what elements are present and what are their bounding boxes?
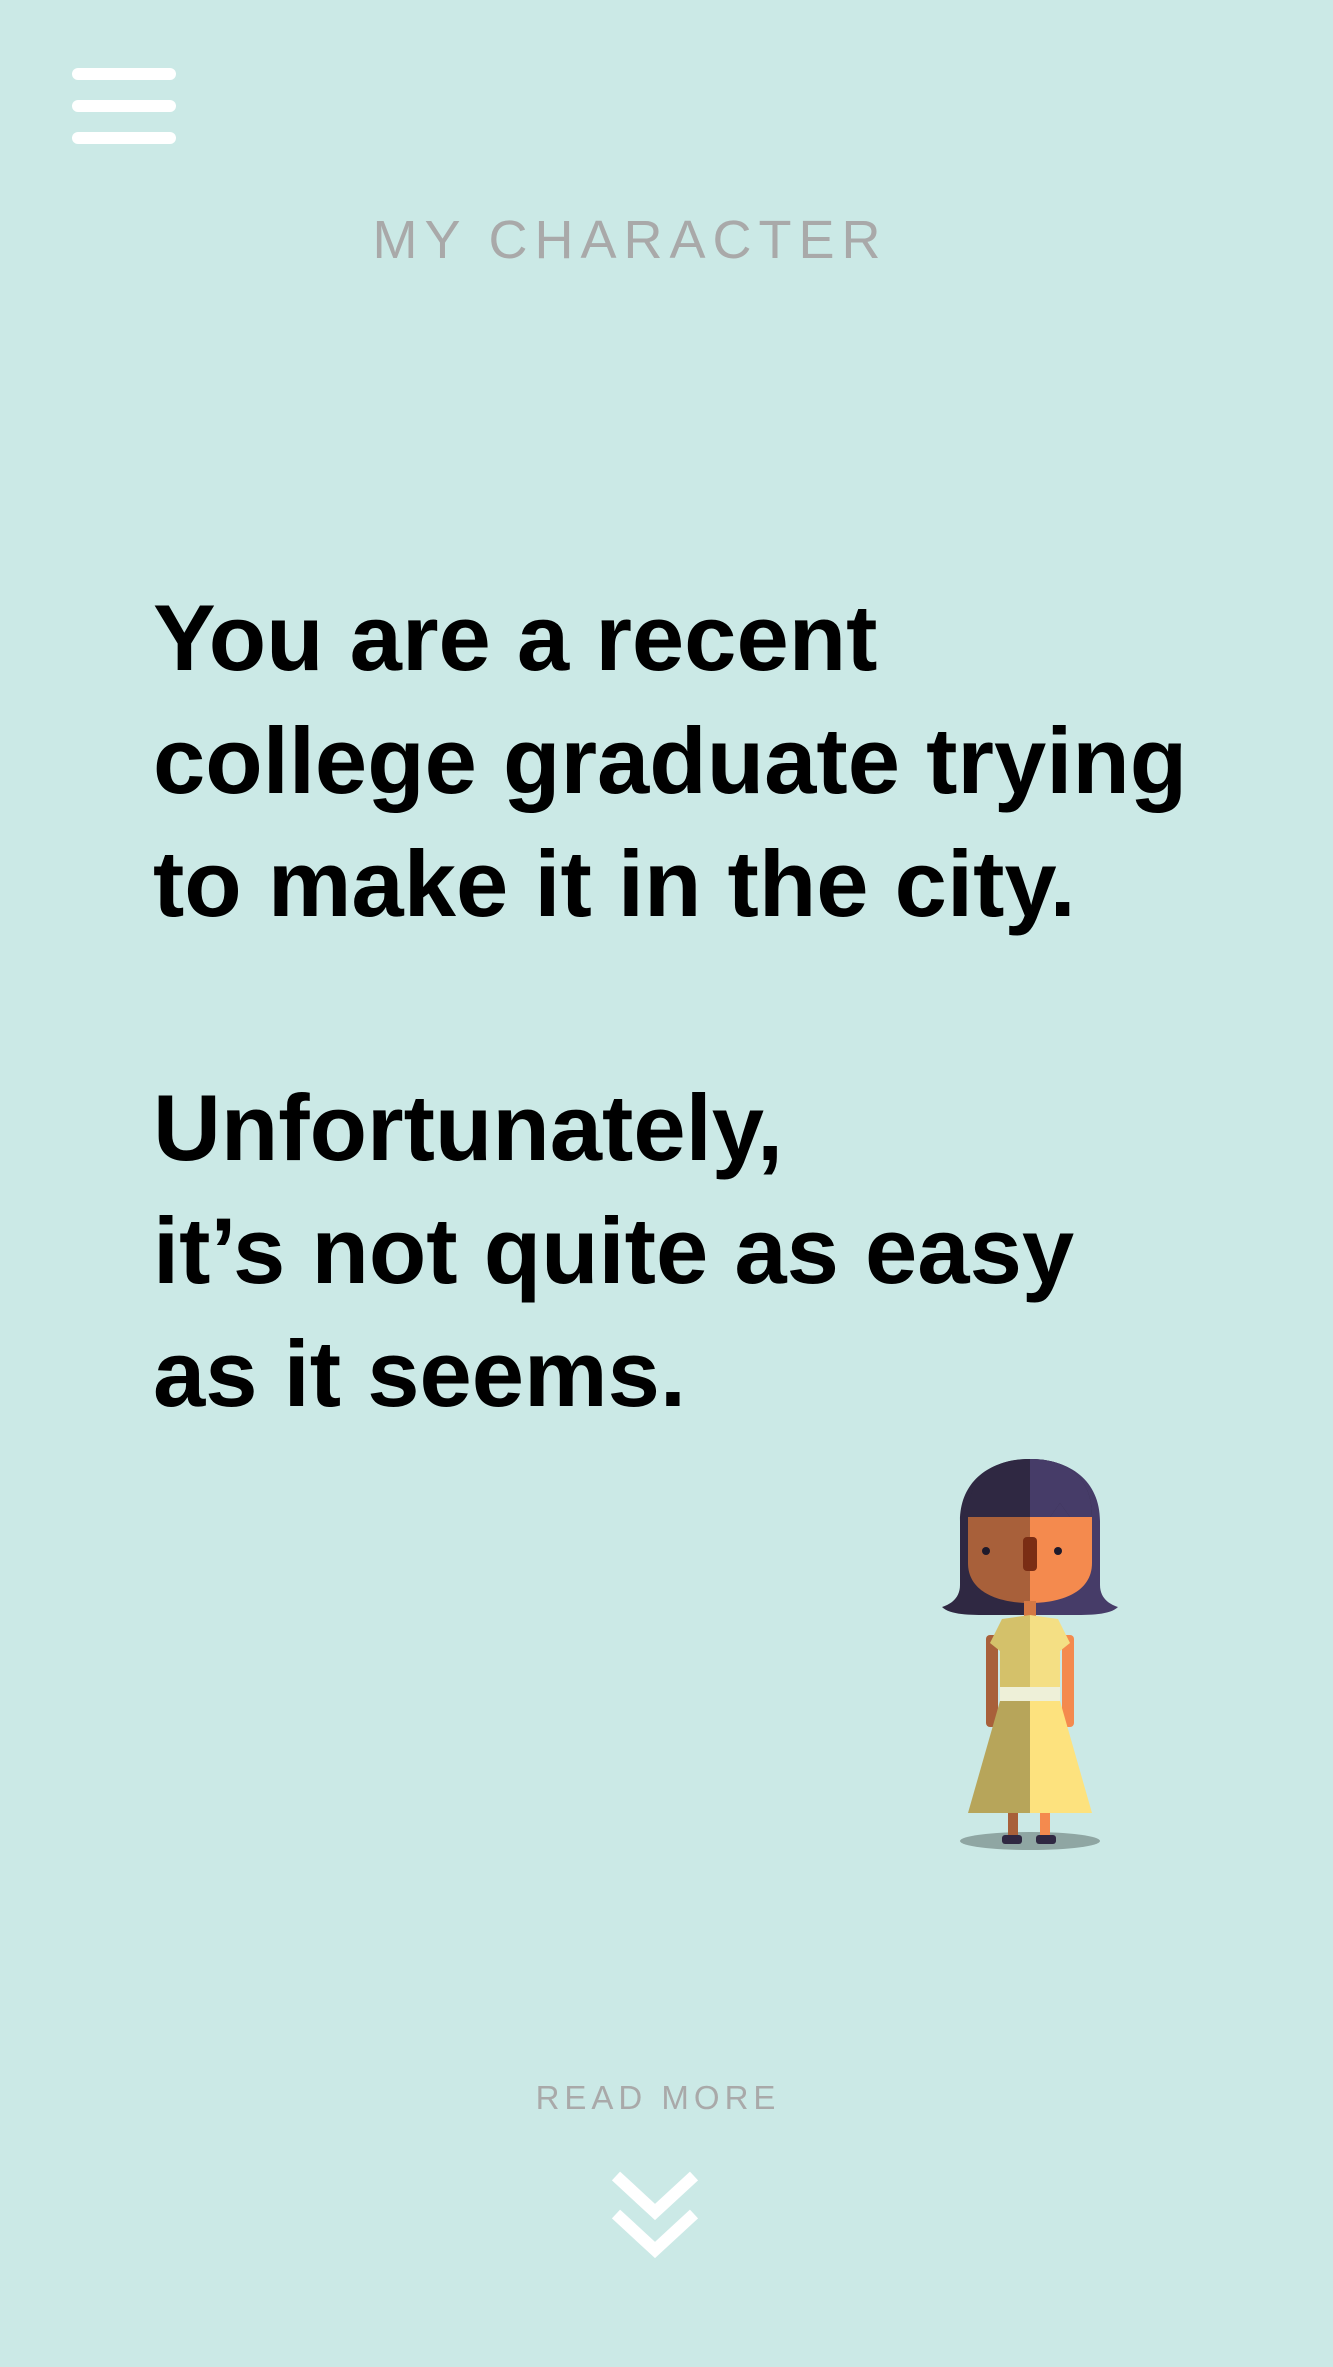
story-twist-line: as it seems. <box>153 1321 687 1426</box>
story-twist-line: it’s not quite as easy <box>153 1198 1075 1303</box>
story-intro-paragraph: You are a recent college graduate trying… <box>153 576 1253 945</box>
double-chevron-down-icon[interactable] <box>610 2168 700 2264</box>
character-shadow <box>960 1832 1100 1850</box>
story-intro-line: to make it in the city. <box>153 831 1076 936</box>
character-arm-right <box>1062 1635 1074 1727</box>
hamburger-menu-icon-bar-middle <box>72 100 176 112</box>
hamburger-menu-button[interactable] <box>72 68 176 144</box>
character-arm-left <box>986 1635 998 1727</box>
character-eye-left <box>982 1547 990 1555</box>
character-skirt-left <box>968 1701 1030 1813</box>
hamburger-menu-icon-bar-bottom <box>72 132 176 144</box>
character-belt <box>1000 1687 1060 1701</box>
character-eye-right <box>1054 1547 1062 1555</box>
character-neck <box>1024 1601 1036 1617</box>
chevron-down-icon-upper <box>611 2171 699 2221</box>
page-title: MY CHARACTER <box>372 210 888 270</box>
story-intro-line: You are a recent <box>153 585 878 690</box>
hamburger-menu-icon-bar-top <box>72 68 176 80</box>
character-skirt-right <box>1030 1701 1092 1813</box>
story-intro-line: college graduate trying <box>153 708 1188 813</box>
character-shoe-right <box>1036 1835 1056 1844</box>
character-illustration <box>942 1459 1118 1850</box>
character-nose <box>1023 1537 1037 1571</box>
read-more-link[interactable]: READ MORE <box>0 2078 1316 2118</box>
story-twist-paragraph: Unfortunately, it’s not quite as easy as… <box>153 1066 1253 1435</box>
story-twist-line: Unfortunately, <box>153 1075 784 1180</box>
character-shoe-left <box>1002 1835 1022 1844</box>
